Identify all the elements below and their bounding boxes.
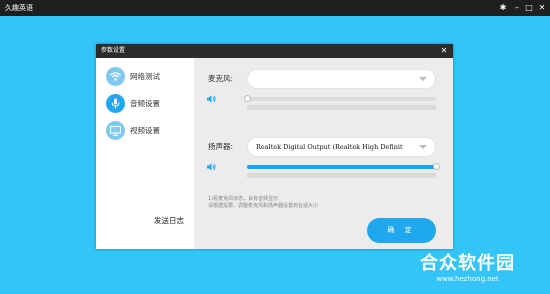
monitor-icon xyxy=(106,121,125,140)
hint-text-2: 请根据需要，调整麦克风和扬声器设置到合适大小 xyxy=(208,203,319,209)
speaker-volume-slider[interactable] xyxy=(247,163,440,170)
wifi-icon xyxy=(106,67,125,86)
app-title: 久趣英语 xyxy=(5,4,33,12)
hint-text-1: 1)看麦克风状态，会有音频显示 xyxy=(208,196,279,202)
sidebar-item-audio-settings[interactable]: 音频设置 xyxy=(106,94,190,114)
microphone-volume-slider[interactable] xyxy=(244,95,436,102)
microphone-icon xyxy=(106,94,125,113)
watermark-url: www.hezhong.net xyxy=(436,275,499,283)
app-titlebar: 久趣英语 ✱ – □ ✕ xyxy=(0,0,550,16)
speaker-select-value: Realtek Digital Output (Realtek High Def… xyxy=(256,143,403,151)
settings-gear-icon[interactable]: ✱ xyxy=(496,0,510,16)
dialog-titlebar: 参数设置 ✕ xyxy=(96,44,453,58)
settings-sidebar: 网络测试 音频设置 视频设置 发送日志 xyxy=(96,58,194,249)
sidebar-item-label: 网络测试 xyxy=(130,72,160,81)
speaker-label: 扬声器: xyxy=(208,142,234,151)
chevron-down-icon xyxy=(419,145,427,149)
dialog-title: 参数设置 xyxy=(101,47,126,54)
speaker-volume-icon xyxy=(207,163,216,171)
audio-settings-panel: 麦克风: 扬声器: Realtek Digital Output (Realte… xyxy=(194,58,453,249)
microphone-level-meter xyxy=(247,105,436,110)
speaker-level-meter xyxy=(247,173,436,178)
watermark: 合众软件园 www.hezhong.net xyxy=(420,253,515,284)
microphone-volume-handle[interactable] xyxy=(244,95,251,102)
chevron-down-icon xyxy=(419,77,427,81)
close-icon[interactable]: ✕ xyxy=(535,0,549,16)
confirm-button[interactable]: 确 定 xyxy=(367,218,436,243)
speaker-volume-fill xyxy=(247,165,436,169)
microphone-volume-icon xyxy=(207,95,216,103)
microphone-label: 麦克风: xyxy=(208,74,234,83)
sidebar-item-label: 音频设置 xyxy=(130,99,160,108)
maximize-icon[interactable]: □ xyxy=(522,0,536,16)
sidebar-item-label: 视频设置 xyxy=(130,126,160,135)
dialog-close-icon[interactable]: ✕ xyxy=(439,44,449,58)
sidebar-item-video-settings[interactable]: 视频设置 xyxy=(106,121,190,141)
watermark-text: 合众软件园 xyxy=(420,253,515,274)
speaker-volume-handle[interactable] xyxy=(433,163,440,170)
microphone-select[interactable] xyxy=(247,69,436,89)
speaker-select[interactable]: Realtek Digital Output (Realtek High Def… xyxy=(247,137,436,157)
send-log-link[interactable]: 发送日志 xyxy=(154,215,184,226)
sidebar-item-network-test[interactable]: 网络测试 xyxy=(106,67,190,87)
settings-dialog: 参数设置 ✕ 网络测试 音频设置 视频设置 发送日志 麦克风: 扬声器: Rea… xyxy=(96,44,453,249)
